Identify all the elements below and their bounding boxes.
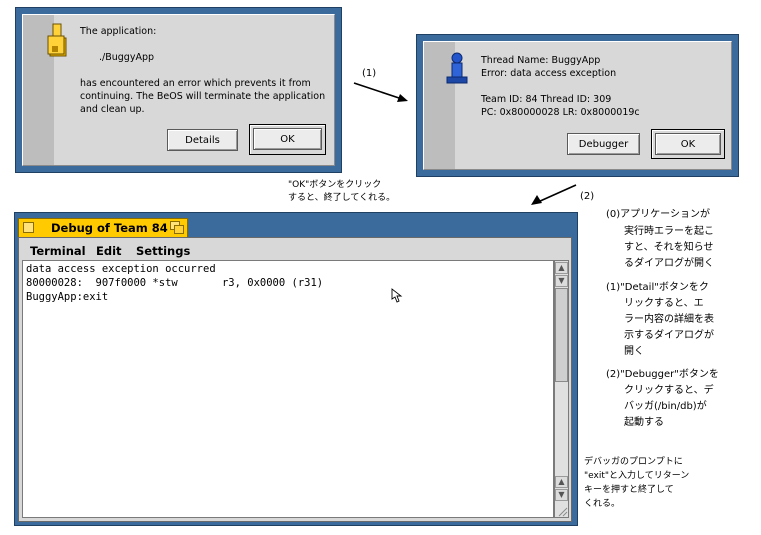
team-thread-id-line: Team ID: 84 Thread ID: 309 <box>481 94 612 105</box>
terminal-line: 80000028: 907f0000 *stw r3, 0x0000 (r31) <box>26 277 324 289</box>
note1-line3: ラー内容の詳細を表 <box>624 314 714 325</box>
error-type-line: Error: data access exception <box>481 68 617 79</box>
menu-terminal[interactable]: Terminal <box>30 244 86 258</box>
alert-line-app-path: ./BuggyApp <box>99 52 155 63</box>
alert-line-error-2: continuing. The BeOS will terminate the … <box>80 91 326 102</box>
note2-line1: (2)"Debugger"ボタンを <box>606 369 719 380</box>
debugger-figure-icon <box>446 52 468 84</box>
ok-button-2[interactable]: OK <box>655 133 721 155</box>
menu-settings[interactable]: Settings <box>136 244 190 258</box>
resize-grip-icon[interactable] <box>556 505 568 517</box>
exit-note-line2: "exit"と入力してリターン <box>584 471 690 481</box>
scroll-down-bottom-icon[interactable]: ▼ <box>555 489 568 501</box>
alert-line-error-1: has encountered an error which prevents … <box>80 78 311 89</box>
alert-line-application: The application: <box>80 26 157 37</box>
ok-note-line2: すると、終了してくれる。 <box>288 193 396 203</box>
note2-line2: クリックすると、デ <box>624 385 714 396</box>
scroll-up-top-icon[interactable]: ▲ <box>555 262 568 274</box>
exit-note-line1: デバッガのプロンプトに <box>584 457 683 467</box>
note0-line4: るダイアログが開く <box>624 258 714 269</box>
scroll-down-top-icon[interactable]: ▼ <box>555 275 568 287</box>
menu-edit[interactable]: Edit <box>96 244 122 258</box>
window-title: Debug of Team 84 <box>51 221 168 235</box>
registers-line: PC: 0x80000028 LR: 0x8000019c <box>481 107 640 118</box>
thread-name-line: Thread Name: BuggyApp <box>481 55 601 66</box>
alert-line-error-3: and clean up. <box>80 104 145 115</box>
note0-line3: すと、それを知らせ <box>624 242 714 253</box>
arrow-step1-icon <box>353 82 408 102</box>
note1-line2: リックすると、エ <box>624 298 704 309</box>
note0-line2: 実行時エラーを起こ <box>624 226 714 237</box>
note0-line1: (0)アプリケーションが <box>606 209 710 220</box>
ok-note-line1: "OK"ボタンをクリック <box>288 180 382 190</box>
scroll-thumb[interactable] <box>555 288 568 382</box>
arrow-step2-icon <box>531 184 577 205</box>
note1-line1: (1)"Detail"ボタンをク <box>606 282 709 293</box>
note2-line4: 起動する <box>624 417 664 428</box>
terminal-line: BuggyApp:exit <box>26 291 109 303</box>
note2-line3: バッガ(/bin/db)が <box>624 401 707 412</box>
app-warning-icon <box>47 23 67 57</box>
terminal-line: data access exception occurred <box>26 263 216 275</box>
close-box-icon[interactable] <box>23 222 34 233</box>
note1-line5: 開く <box>624 346 644 357</box>
note1-line4: 示するダイアログが <box>624 330 714 341</box>
details-button[interactable]: Details <box>167 129 238 151</box>
step1-label: (1) <box>362 68 377 79</box>
debugger-button[interactable]: Debugger <box>567 133 640 155</box>
zoom-box-icon[interactable] <box>170 221 184 234</box>
exit-note-line4: くれる。 <box>584 499 621 509</box>
exit-note-line3: キーを押すと終了して <box>584 485 674 495</box>
scroll-up-bottom-icon[interactable]: ▲ <box>555 476 568 488</box>
text-cursor-icon <box>391 288 403 303</box>
step2-label: (2) <box>580 191 595 202</box>
ok-button[interactable]: OK <box>253 128 322 150</box>
